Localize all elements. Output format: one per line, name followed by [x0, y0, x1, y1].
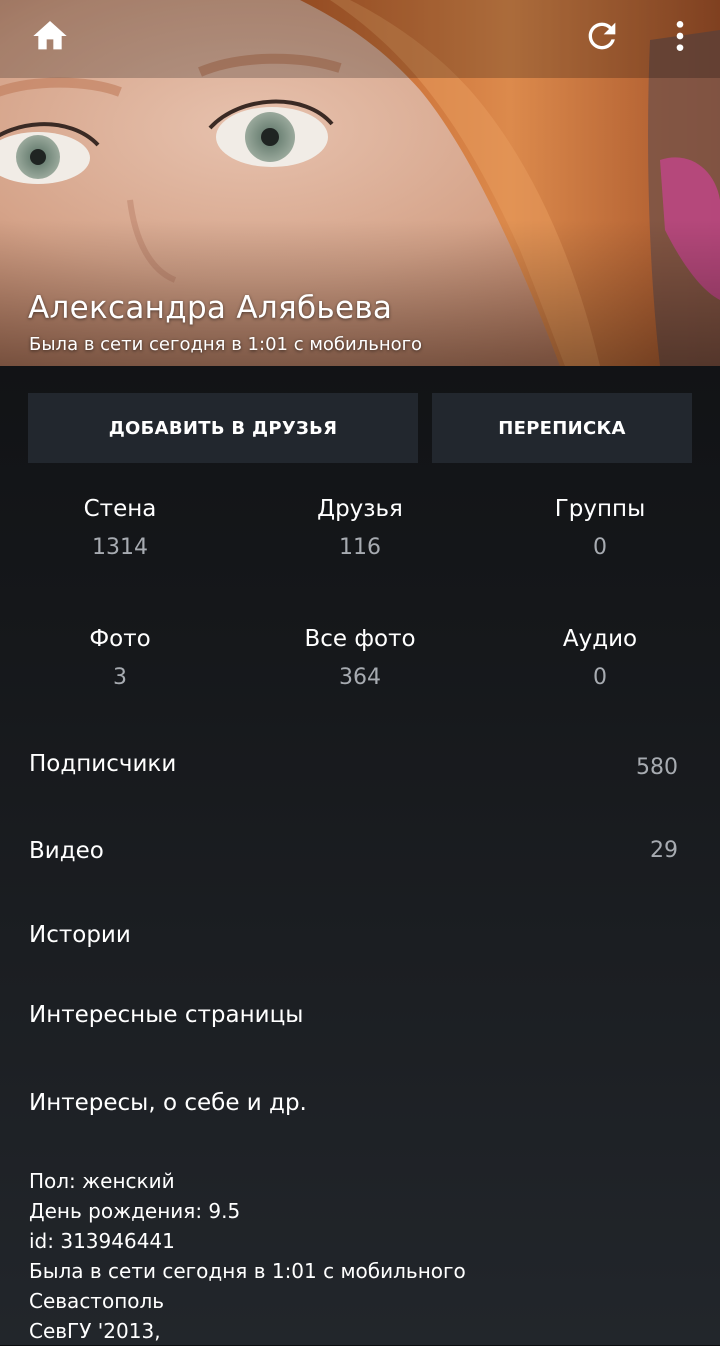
section-label: Интересы, о себе и др.	[29, 1090, 307, 1116]
stat-value: 116	[339, 535, 381, 560]
section-interests-about[interactable]: Интересы, о себе и др.	[0, 1073, 720, 1133]
more-vertical-icon	[676, 21, 684, 51]
info-university: СевГУ '2013,	[29, 1319, 161, 1343]
stat-label: Друзья	[317, 496, 403, 522]
section-count: 29	[650, 838, 678, 863]
section-stories[interactable]: Истории	[0, 905, 720, 965]
section-label: Подписчики	[29, 751, 177, 777]
refresh-button[interactable]	[576, 10, 628, 62]
stat-value: 0	[593, 665, 607, 690]
home-icon	[33, 21, 67, 50]
info-birthday: День рождения: 9.5	[29, 1199, 241, 1223]
stat-friends[interactable]: Друзья 116	[250, 494, 470, 563]
add-friend-button[interactable]: ДОБАВИТЬ В ДРУЗЬЯ	[28, 393, 418, 463]
more-options-button[interactable]	[654, 10, 706, 62]
stat-value: 364	[339, 665, 381, 690]
info-gender: Пол: женский	[29, 1169, 175, 1193]
stat-label: Фото	[89, 626, 151, 652]
stat-photos[interactable]: Фото 3	[10, 624, 230, 693]
section-interesting-pages[interactable]: Интересные страницы	[0, 985, 720, 1045]
stat-label: Все фото	[304, 626, 416, 652]
section-followers[interactable]: Подписчики 580	[0, 734, 720, 794]
section-label: Интересные страницы	[29, 1002, 304, 1028]
stat-audio[interactable]: Аудио 0	[490, 624, 710, 693]
refresh-icon	[588, 22, 616, 50]
profile-cover: Александра Алябьева Была в сети сегодня …	[0, 0, 720, 366]
stat-label: Аудио	[562, 626, 638, 652]
section-label: Видео	[29, 838, 104, 864]
stat-value: 1314	[92, 535, 148, 560]
profile-online-status: Была в сети сегодня в 1:01 с мобильного	[29, 334, 423, 355]
section-count: 580	[636, 755, 678, 780]
stat-all-photos[interactable]: Все фото 364	[250, 624, 470, 693]
info-city: Севастополь	[29, 1289, 165, 1313]
stat-label: Группы	[554, 496, 646, 522]
stat-wall[interactable]: Стена 1314	[10, 494, 230, 563]
profile-name: Александра Алябьева	[28, 290, 393, 326]
stat-label: Стена	[83, 496, 157, 522]
section-videos[interactable]: Видео 29	[0, 821, 720, 881]
profile-info: Пол: женский День рождения: 9.5 id: 3139…	[29, 1166, 689, 1346]
stat-value: 0	[593, 535, 607, 560]
info-last-seen: Была в сети сегодня в 1:01 с мобильного	[29, 1259, 466, 1283]
stat-groups[interactable]: Группы 0	[490, 494, 710, 563]
messages-button[interactable]: ПЕРЕПИСКА	[432, 393, 692, 463]
info-id: id: 313946441	[29, 1229, 175, 1253]
stat-value: 3	[113, 665, 127, 690]
home-button[interactable]	[24, 10, 76, 62]
section-label: Истории	[29, 922, 131, 948]
